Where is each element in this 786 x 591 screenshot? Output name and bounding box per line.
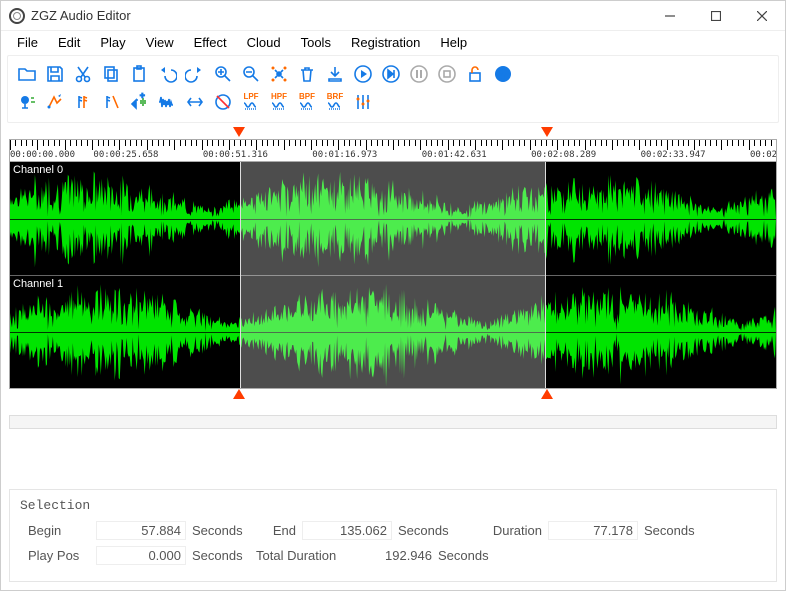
toolbar-area: ? + LPF HPF BPF BRF: [7, 55, 779, 123]
redo-icon[interactable]: [184, 63, 206, 85]
speed-icon[interactable]: [44, 91, 66, 113]
play-loop-icon[interactable]: [380, 63, 402, 85]
playpos-label: Play Pos: [20, 548, 90, 563]
duration-label: Duration: [462, 523, 542, 538]
reverse-icon[interactable]: [184, 91, 206, 113]
selection-marker-start-top[interactable]: [233, 127, 245, 137]
channel-label: Channel 1: [13, 278, 63, 290]
totaldur-unit: Seconds: [438, 548, 496, 563]
voice-icon[interactable]: [16, 91, 38, 113]
mix-icon[interactable]: [268, 63, 290, 85]
stop-icon[interactable]: [436, 63, 458, 85]
volume-icon[interactable]: [100, 91, 122, 113]
svg-text:BRF: BRF: [327, 92, 344, 101]
copy-icon[interactable]: [100, 63, 122, 85]
hpf-icon[interactable]: HPF: [268, 91, 290, 113]
selection-marker-start-bottom[interactable]: [233, 389, 245, 399]
eq-icon[interactable]: [352, 91, 374, 113]
selection-marker-end-top[interactable]: [541, 127, 553, 137]
window-title: ZGZ Audio Editor: [31, 8, 131, 23]
pause-icon[interactable]: [408, 63, 430, 85]
ruler-label: 00:02:08.289: [531, 150, 596, 160]
totaldur-value: 192.946: [372, 548, 432, 563]
delete-icon[interactable]: [296, 63, 318, 85]
end-value[interactable]: 135.062: [302, 521, 392, 540]
selection-panel: Selection Begin 57.884 Seconds End 135.0…: [9, 489, 777, 582]
maximize-button[interactable]: [693, 1, 739, 31]
open-icon[interactable]: [16, 63, 38, 85]
save-icon[interactable]: [44, 63, 66, 85]
toolbar-row-2: + LPF HPF BPF BRF: [16, 88, 770, 116]
svg-text:?: ?: [500, 69, 507, 81]
svg-text:HPF: HPF: [271, 92, 287, 101]
selection-group-title: Selection: [20, 498, 766, 513]
zoom-in-icon[interactable]: [212, 63, 234, 85]
time-ruler[interactable]: 00:00:00.000 00:00:25.658 00:00:51.316 00:0…: [9, 139, 777, 161]
ruler-label: 00:01:42.631: [422, 150, 487, 160]
channel-label: Channel 0: [13, 164, 63, 176]
playpos-value[interactable]: 0.000: [96, 546, 186, 565]
bpf-icon[interactable]: BPF: [296, 91, 318, 113]
app-icon: [9, 8, 25, 24]
selection-marker-end-bottom[interactable]: [541, 389, 553, 399]
zoom-out-icon[interactable]: [240, 63, 262, 85]
menu-view[interactable]: View: [138, 33, 182, 52]
svg-text:LPF: LPF: [243, 92, 258, 101]
playpos-unit: Seconds: [192, 548, 250, 563]
pitch-icon[interactable]: [72, 91, 94, 113]
lpf-icon[interactable]: LPF: [240, 91, 262, 113]
duration-value[interactable]: 77.178: [548, 521, 638, 540]
menu-help[interactable]: Help: [432, 33, 475, 52]
ruler-label: 00:02:33.947: [641, 150, 706, 160]
gain-icon[interactable]: +: [128, 91, 150, 113]
totaldur-label: Total Duration: [256, 548, 366, 563]
minimize-button[interactable]: [647, 1, 693, 31]
close-button[interactable]: [739, 1, 785, 31]
waveform-icon[interactable]: [156, 91, 178, 113]
end-unit: Seconds: [398, 523, 456, 538]
cut-icon[interactable]: [72, 63, 94, 85]
ruler-label: 00:01:16.973: [312, 150, 377, 160]
unlock-icon[interactable]: [464, 63, 486, 85]
selection-overlay[interactable]: [240, 162, 546, 388]
marker-bar-bottom[interactable]: [9, 389, 777, 401]
waveform-container[interactable]: Channel 0 Channel 1: [9, 161, 777, 389]
ruler-label: 00:02:59.604: [750, 150, 777, 160]
waveform-editor: 00:00:00.000 00:00:25.658 00:00:51.316 00:0…: [9, 127, 777, 481]
begin-label: Begin: [20, 523, 90, 538]
menu-bar: FileEditPlay ViewEffectCloudToolsRegistra…: [1, 31, 785, 53]
play-icon[interactable]: [352, 63, 374, 85]
menu-edit[interactable]: Edit: [50, 33, 88, 52]
undo-icon[interactable]: [156, 63, 178, 85]
horizontal-scrollbar[interactable]: [9, 415, 777, 429]
normalize-icon[interactable]: [212, 91, 234, 113]
menu-effect[interactable]: Effect: [186, 33, 235, 52]
menu-file[interactable]: File: [9, 33, 46, 52]
ruler-label: 00:00:25.658: [93, 150, 158, 160]
export-icon[interactable]: [324, 63, 346, 85]
menu-cloud[interactable]: Cloud: [239, 33, 289, 52]
begin-value[interactable]: 57.884: [96, 521, 186, 540]
title-bar: ZGZ Audio Editor: [1, 1, 785, 31]
duration-unit: Seconds: [644, 523, 702, 538]
begin-unit: Seconds: [192, 523, 250, 538]
help-icon[interactable]: ?: [492, 63, 514, 85]
menu-registration[interactable]: Registration: [343, 33, 428, 52]
ruler-label: 00:00:51.316: [203, 150, 268, 160]
toolbar-row-1: ?: [16, 60, 770, 88]
menu-tools[interactable]: Tools: [293, 33, 339, 52]
svg-text:+: +: [140, 92, 145, 100]
svg-text:BPF: BPF: [299, 92, 315, 101]
paste-icon[interactable]: [128, 63, 150, 85]
brf-icon[interactable]: BRF: [324, 91, 346, 113]
end-label: End: [256, 523, 296, 538]
menu-play[interactable]: Play: [92, 33, 133, 52]
marker-bar-top[interactable]: [9, 127, 777, 139]
ruler-label: 00:00:00.000: [10, 150, 75, 160]
